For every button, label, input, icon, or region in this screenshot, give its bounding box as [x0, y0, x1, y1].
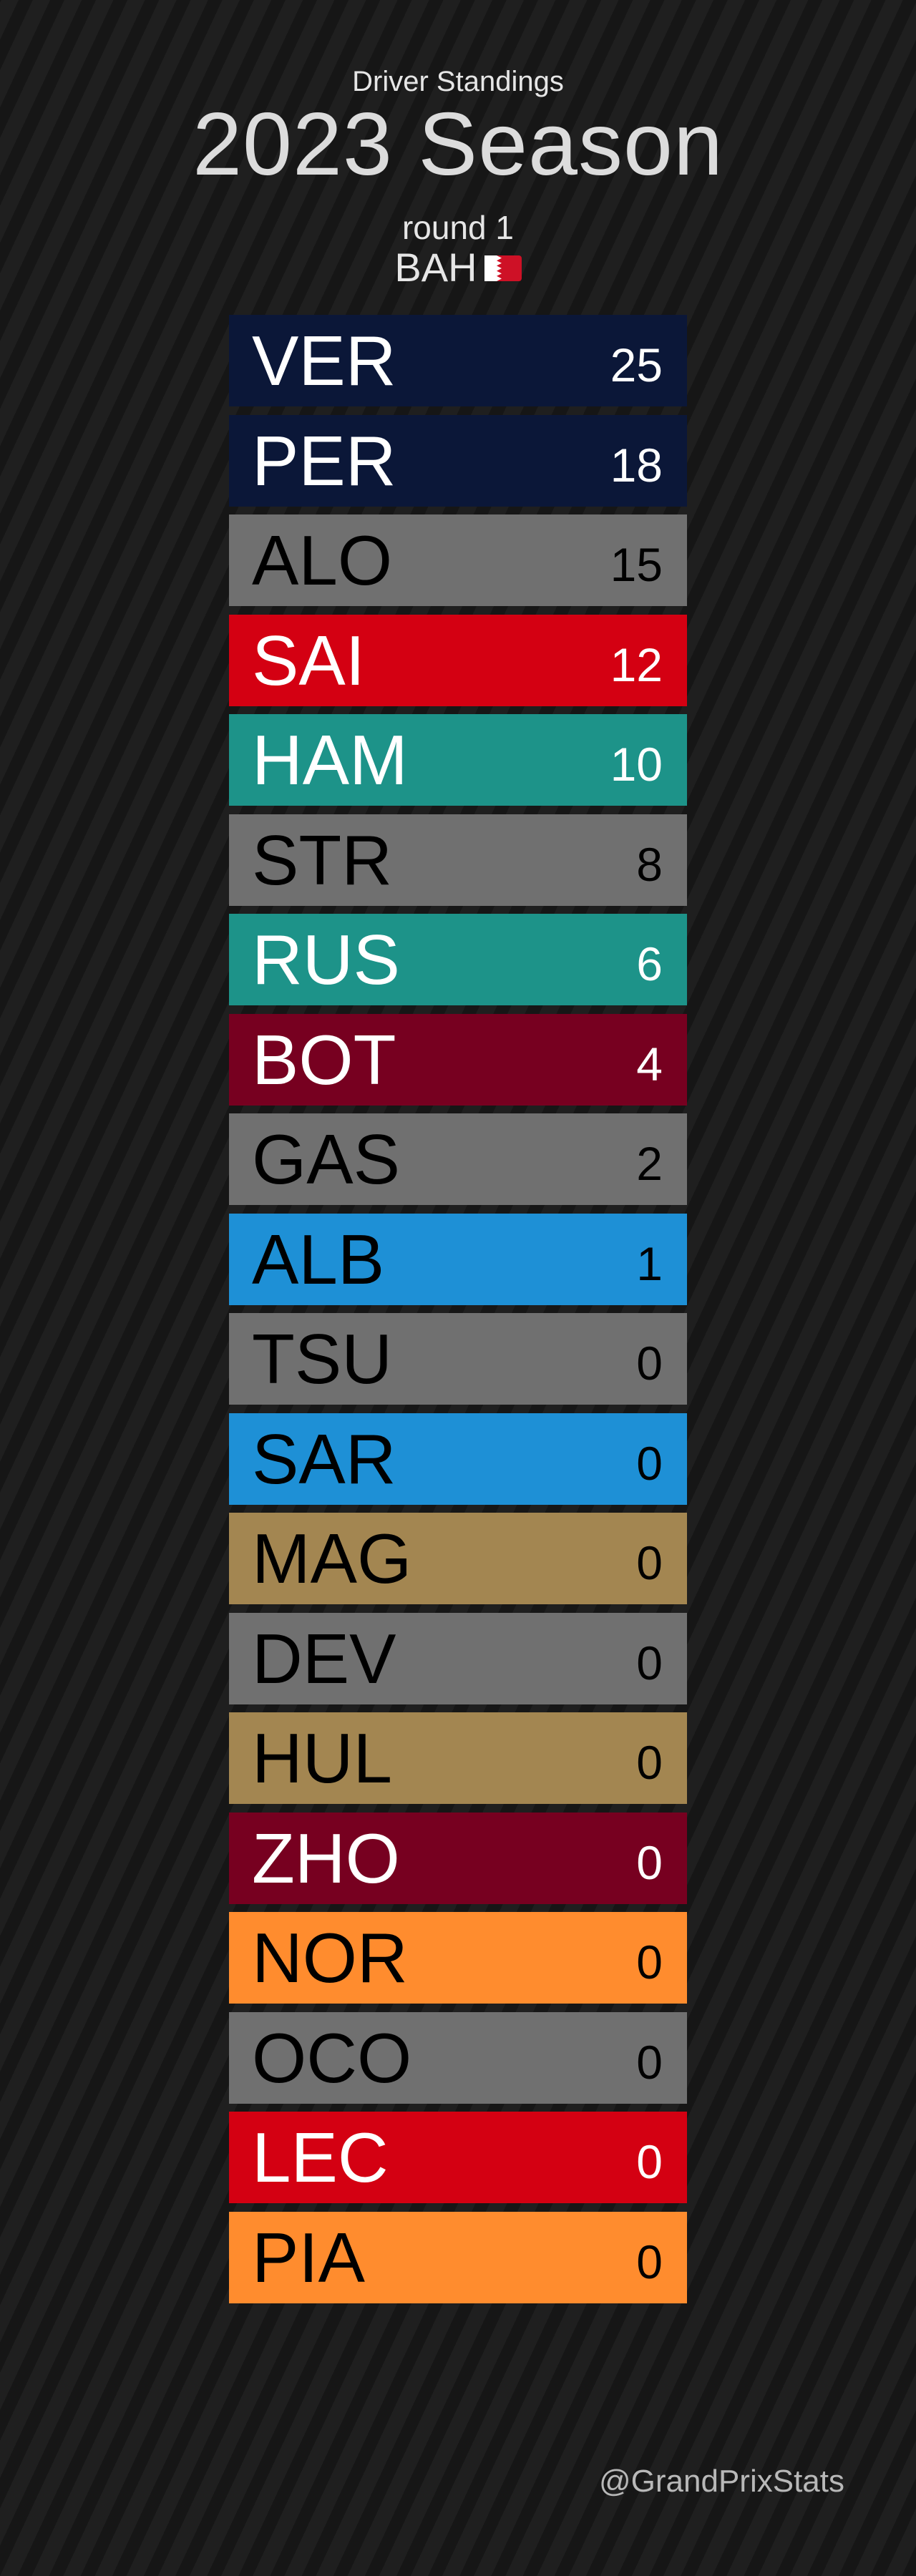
driver-points: 8 [636, 837, 663, 891]
driver-points: 0 [636, 1536, 663, 1589]
standings-bar-gas: GAS 2 [229, 1113, 687, 1205]
driver-code: PER [252, 421, 396, 500]
driver-code: LEC [252, 2118, 389, 2197]
driver-points: 18 [610, 438, 663, 492]
race-label: BAH [0, 245, 916, 293]
driver-points: 0 [636, 2135, 663, 2188]
driver-code: ALO [252, 521, 393, 600]
driver-code: ALB [252, 1219, 385, 1299]
driver-code: NOR [252, 1918, 408, 1997]
standings-bar-sar: SAR 0 [229, 1413, 687, 1505]
driver-code: STR [252, 820, 392, 899]
chart-title: 2023 Season [193, 95, 723, 194]
driver-code: RUS [252, 920, 400, 999]
driver-points: 15 [610, 538, 663, 591]
driver-code: TSU [252, 1319, 392, 1398]
driver-points: 1 [636, 1236, 663, 1290]
standings-bar-sai: SAI 12 [229, 614, 687, 706]
driver-points: 12 [610, 638, 663, 691]
standings-bar-ver: VER 25 [229, 315, 687, 406]
driver-points: 0 [636, 1936, 663, 1989]
driver-code: VER [252, 321, 396, 400]
standings-bar-zho: ZHO 0 [229, 1812, 687, 1904]
driver-code: SAR [252, 1419, 396, 1498]
driver-code: HUL [252, 1719, 393, 1797]
driver-code: ZHO [252, 1818, 400, 1898]
standings-bar-oco: OCO 0 [229, 2011, 687, 2104]
standings-bar-pia: PIA 0 [229, 2211, 687, 2303]
chart-header: Driver Standings 2023 Season [0, 64, 916, 190]
driver-points: 0 [636, 1436, 663, 1490]
driver-points: 0 [636, 1835, 663, 1889]
driver-code: OCO [252, 2018, 412, 2097]
standings-bar-alb: ALB 1 [229, 1213, 687, 1305]
driver-points: 25 [610, 338, 663, 391]
standings-bar-dev: DEV 0 [229, 1612, 687, 1704]
standings-bar-per: PER 18 [229, 414, 687, 507]
driver-code: DEV [252, 1619, 396, 1698]
driver-code: PIA [252, 2218, 365, 2297]
driver-points: 0 [636, 1636, 663, 1689]
driver-code: BOT [252, 1020, 396, 1099]
driver-code: HAM [252, 721, 408, 799]
driver-points: 4 [636, 1037, 663, 1091]
standings-bar-rus: RUS 6 [229, 914, 687, 1005]
driver-code: GAS [252, 1120, 400, 1199]
driver-points: 6 [636, 937, 663, 990]
race-code: BAH [394, 245, 477, 290]
round-label: round 1 [401, 209, 514, 246]
driver-points: 0 [636, 1736, 663, 1789]
standings-bar-hul: HUL 0 [229, 1712, 687, 1804]
standings-chart: VER 25 PER 18 ALO 15 SAI 12 HAM 10 STR 8 RUS 6 BOT 4 GAS… [229, 315, 687, 2311]
driver-points: 2 [636, 1137, 663, 1190]
driver-points: 0 [636, 2035, 663, 2089]
driver-points: 0 [636, 2235, 663, 2288]
standings-bar-str: STR 8 [229, 814, 687, 906]
chart-subtitle: Driver Standings [352, 66, 564, 97]
standings-bar-mag: MAG 0 [229, 1513, 687, 1604]
driver-points: 10 [610, 738, 663, 791]
standings-bar-nor: NOR 0 [229, 1912, 687, 2004]
standings-bar-lec: LEC 0 [229, 2112, 687, 2203]
driver-code: MAG [252, 1519, 412, 1598]
standings-bar-bot: BOT 4 [229, 1013, 687, 1106]
standings-bar-tsu: TSU 0 [229, 1313, 687, 1405]
driver-code: SAI [252, 620, 365, 700]
standings-bar-alo: ALO 15 [229, 514, 687, 606]
standings-bar-ham: HAM 10 [229, 714, 687, 806]
driver-points: 0 [636, 1337, 663, 1390]
bahrain-flag-icon [484, 245, 522, 291]
credit-handle: @GrandPrixStats [599, 2464, 844, 2499]
